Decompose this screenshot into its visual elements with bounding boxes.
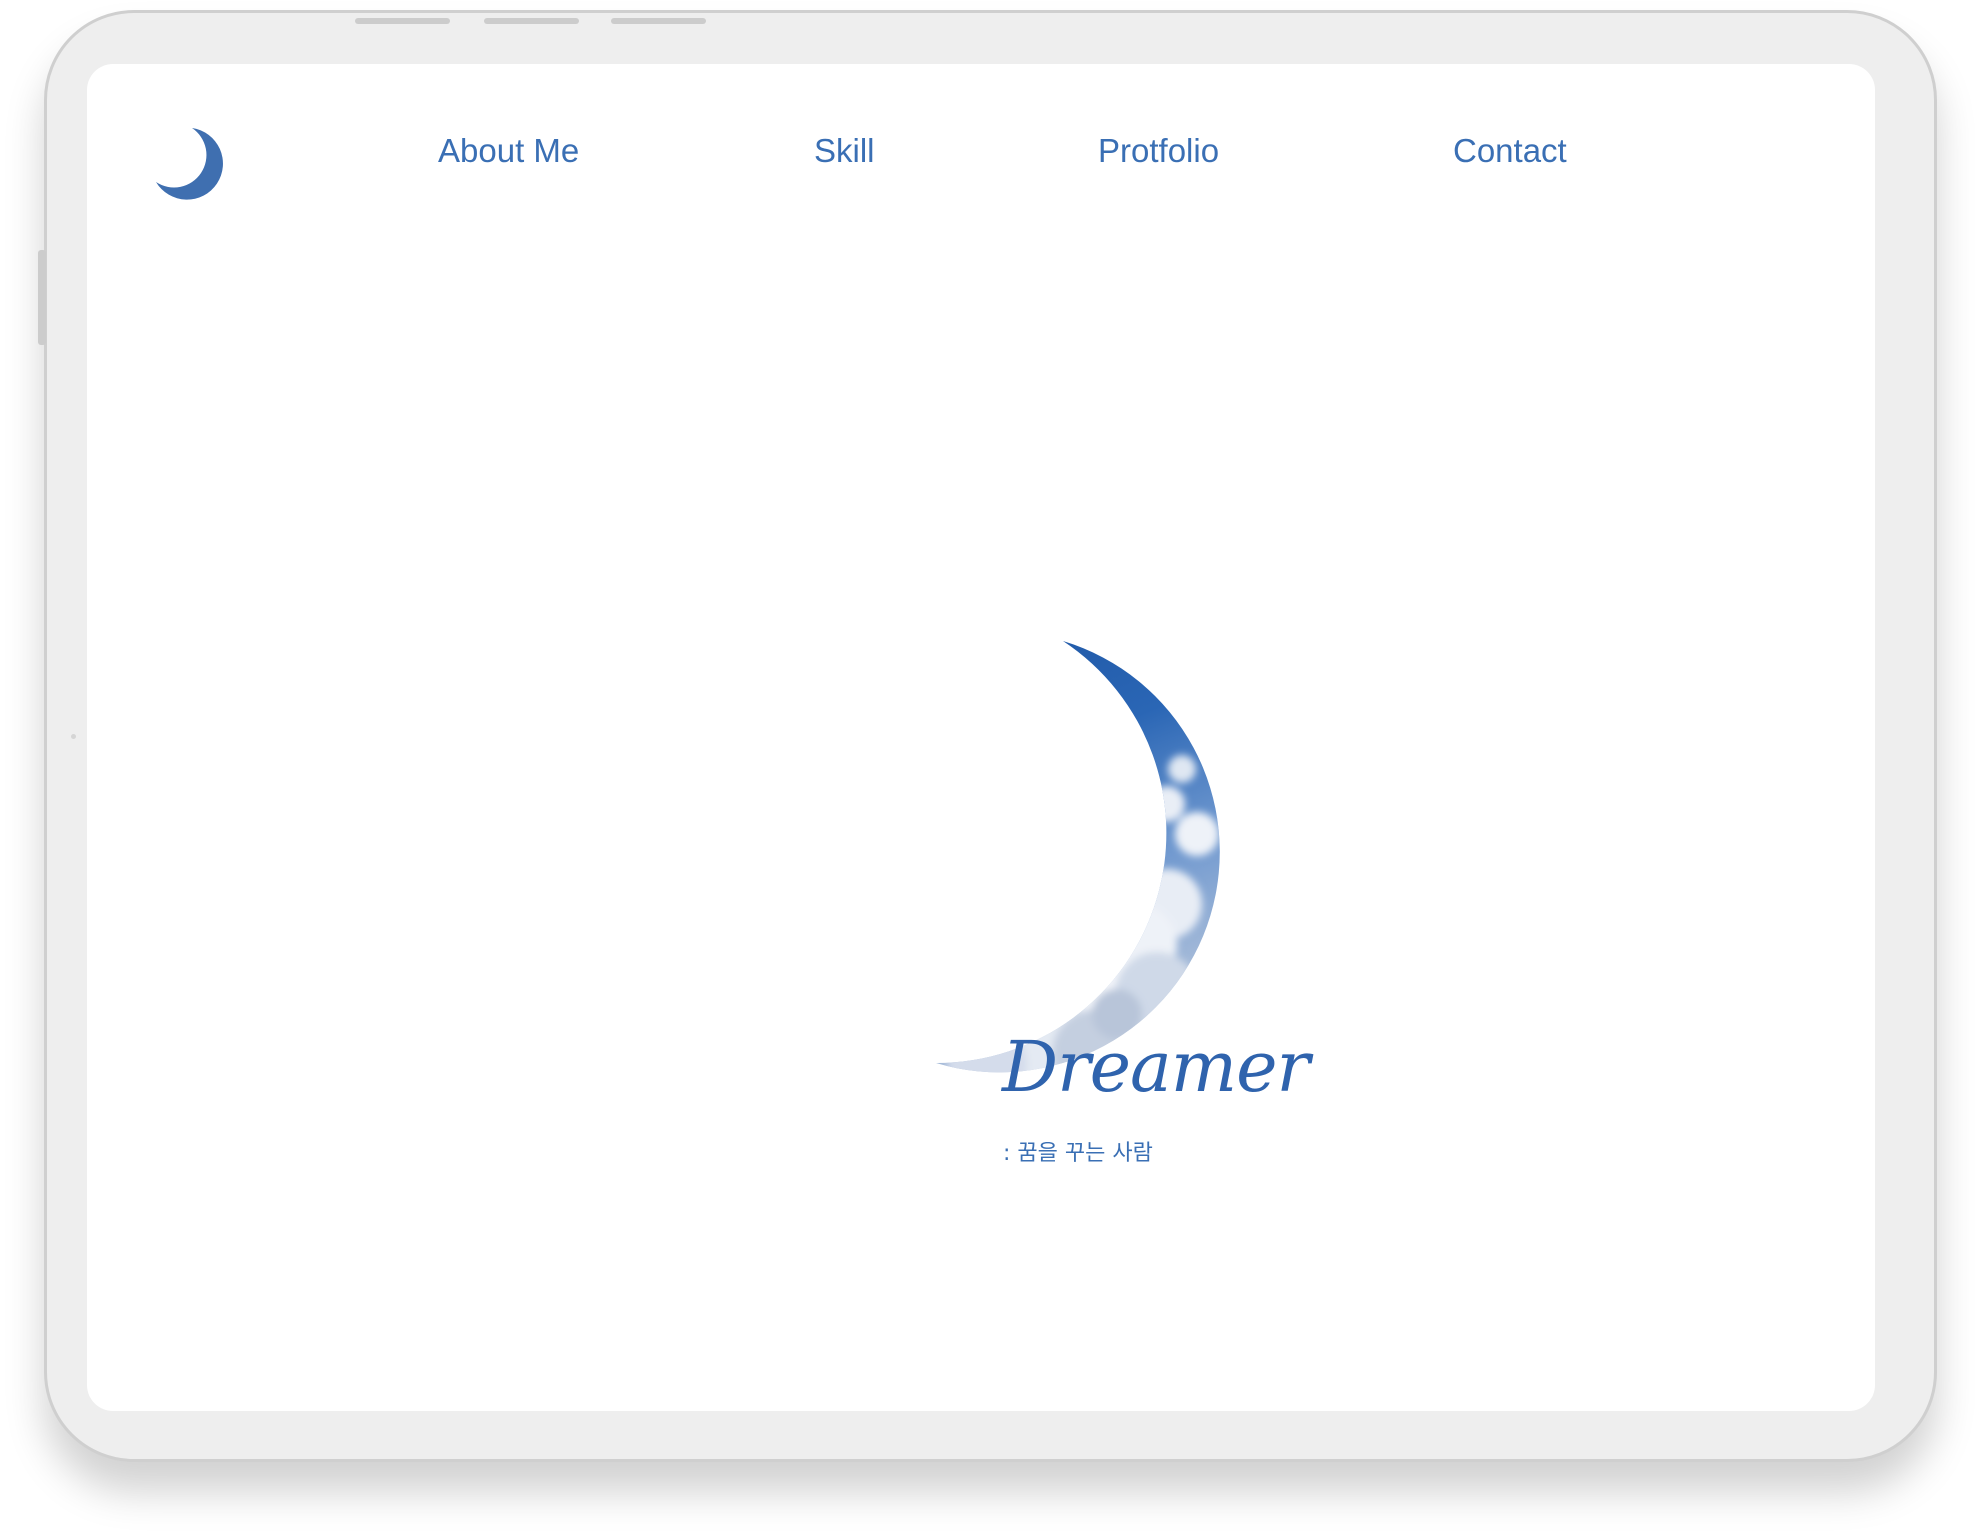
device-top-button xyxy=(355,18,450,24)
main-nav: About Me Skill Protfolio Contact xyxy=(87,132,1875,192)
device-sensor xyxy=(71,734,76,739)
device-top-button xyxy=(611,18,706,24)
nav-portfolio[interactable]: Protfolio xyxy=(1098,132,1219,170)
nav-skill[interactable]: Skill xyxy=(814,132,875,170)
nav-contact[interactable]: Contact xyxy=(1453,132,1567,170)
screen: About Me Skill Protfolio Contact Dreamer… xyxy=(87,64,1875,1411)
hero-subtitle: : 꿈을 꾸는 사람 xyxy=(1003,1141,1153,1166)
device-top-button xyxy=(484,18,579,24)
device-side-button xyxy=(38,250,46,345)
hero-crescent-moon-image xyxy=(837,574,1287,1099)
hero-title: Dreamer xyxy=(1002,1026,1310,1108)
nav-about-me[interactable]: About Me xyxy=(438,132,579,170)
